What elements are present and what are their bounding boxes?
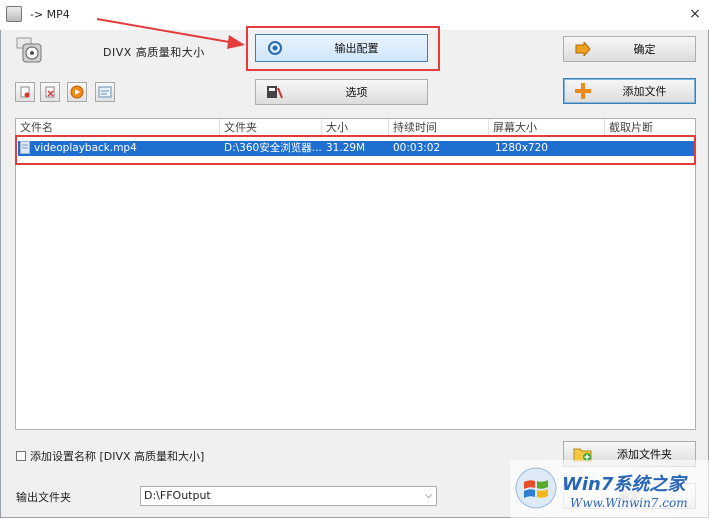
add-setting-name-label: 添加设置名称 [DIVX 高质量和大小] (30, 450, 205, 463)
windows-logo-icon (515, 467, 557, 509)
chevron-down-icon: ⌵ (425, 491, 432, 501)
red-arrow-annotation (96, 18, 245, 49)
play-icon[interactable] (67, 82, 87, 102)
output-folder-value: D:\FFOutput (144, 489, 211, 502)
format-icon (15, 36, 45, 66)
watermark-brand: Win7系统之家 (562, 474, 686, 495)
output-folder-label: 输出文件夹 (16, 491, 71, 504)
settings-icon (264, 39, 286, 57)
add-file-button[interactable]: 添加文件 (563, 78, 696, 104)
watermark: Win7系统之家 Www.Winwin7.com (510, 460, 709, 518)
output-config-label: 输出配置 (334, 42, 379, 55)
clear-list-icon[interactable] (40, 82, 60, 102)
arrow-right-icon (572, 40, 594, 58)
options-label: 选项 (345, 86, 368, 99)
add-setting-name-checkbox[interactable] (16, 451, 26, 461)
window-title: -> MP4 (30, 8, 70, 21)
output-config-button[interactable]: 输出配置 (255, 34, 428, 62)
info-icon[interactable] (95, 82, 115, 102)
plus-icon (572, 82, 594, 100)
close-icon[interactable]: × (686, 5, 704, 23)
remove-file-icon[interactable] (15, 82, 35, 102)
options-icon (264, 83, 286, 101)
confirm-button[interactable]: 确定 (563, 36, 696, 62)
options-button[interactable]: 选项 (255, 79, 428, 105)
add-file-label: 添加文件 (622, 85, 667, 98)
confirm-label: 确定 (633, 43, 656, 56)
highlight-box-file-row (15, 135, 696, 165)
app-icon (6, 6, 22, 22)
output-folder-select[interactable]: D:\FFOutput ⌵ (140, 486, 437, 506)
watermark-url: Www.Winwin7.com (570, 496, 688, 510)
